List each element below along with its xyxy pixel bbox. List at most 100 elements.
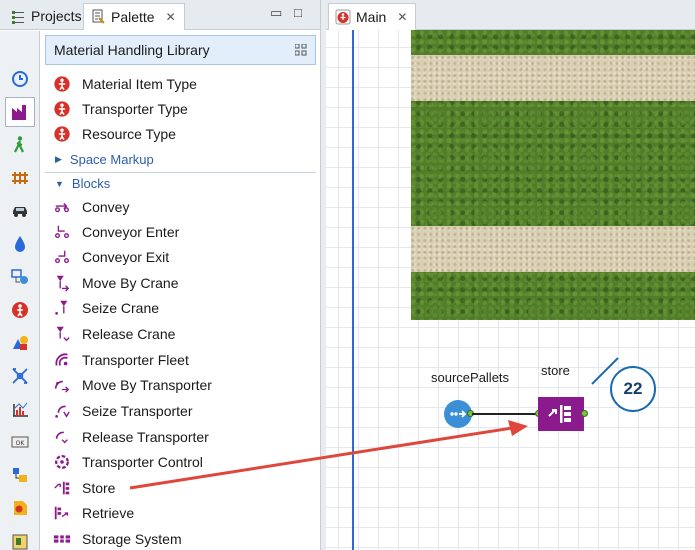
projects-icon <box>12 10 24 24</box>
agent-icon <box>12 302 28 318</box>
retrieve-icon <box>54 506 69 520</box>
palette-item-label: Conveyor Enter <box>82 224 180 240</box>
convey-icon <box>55 202 69 213</box>
palette-item-retrieve[interactable]: Retrieve <box>52 502 134 524</box>
minimize-icon[interactable]: ▭ <box>270 6 282 20</box>
section-space-markup-label: Space Markup <box>69 151 154 167</box>
chevron-down-icon: ▼ <box>55 178 64 189</box>
palette-item-conveyor-enter[interactable]: Conveyor Enter <box>52 221 179 243</box>
conveyor-exit-icon <box>55 250 69 264</box>
palette-item-label: Transporter Fleet <box>82 352 189 368</box>
store-out-port[interactable] <box>581 410 588 417</box>
category-system[interactable] <box>5 493 35 523</box>
palette-item-label: Move By Transporter <box>82 377 212 393</box>
editor-tabbar: Main ✕ <box>326 0 695 30</box>
category-rail[interactable] <box>5 163 35 193</box>
palette-item-release-transporter[interactable]: Release Transporter <box>52 426 209 448</box>
palette-category-strip: OK <box>0 31 40 550</box>
category-agent[interactable] <box>5 295 35 325</box>
close-main-icon[interactable]: ✕ <box>397 5 407 30</box>
tab-main-label: Main <box>356 8 387 25</box>
palette-item-release-crane[interactable]: Release Crane <box>52 323 175 345</box>
connector[interactable] <box>472 413 538 415</box>
category-material-handling[interactable] <box>5 97 35 127</box>
palette-item-label: Retrieve <box>82 505 135 521</box>
palette-item-resource-type[interactable]: Resource Type <box>52 123 176 145</box>
transporter-control-icon <box>55 455 69 469</box>
category-controls[interactable]: OK <box>5 427 35 457</box>
left-tabbar: Projects Palette ✕ ▭ □ <box>0 0 320 30</box>
conveyor-enter-icon <box>55 225 69 239</box>
library-title-text: Material Handling Library <box>54 42 210 58</box>
svg-text:OK: OK <box>16 440 26 447</box>
palette-item-storage-system[interactable]: Storage System <box>52 528 182 550</box>
palette-item-store[interactable]: Store <box>52 477 115 499</box>
tab-palette[interactable]: Palette ✕ <box>83 3 185 30</box>
category-pictures[interactable] <box>5 526 35 550</box>
palette-item-label: Convey <box>82 199 130 215</box>
section-blocks[interactable]: ▼ Blocks <box>45 172 316 194</box>
chevron-right-icon: ▶ <box>55 153 62 164</box>
palette-item-label: Seize Transporter <box>82 403 193 419</box>
store-icon <box>54 481 70 495</box>
store-block-label: store <box>541 363 570 378</box>
palette-item-transporter-type[interactable]: Transporter Type <box>52 98 188 120</box>
palette-item-label: Conveyor Exit <box>82 249 170 265</box>
palette-view: Projects Palette ✕ ▭ □ OK Material Handl… <box>0 0 321 550</box>
category-connectivity[interactable] <box>5 460 35 490</box>
source-block-label: sourcePallets <box>431 370 510 385</box>
palette-item-move-by-crane[interactable]: Move By Crane <box>52 272 178 294</box>
palette-item-seize-crane[interactable]: Seize Crane <box>52 297 159 319</box>
rail-icon <box>12 172 28 184</box>
palette-item-label: Material Item Type <box>82 76 197 92</box>
pictures-icon <box>12 534 28 550</box>
transporter-seize-icon <box>55 405 70 418</box>
presentation-icon <box>13 336 28 350</box>
view-grid-icon[interactable] <box>295 44 307 56</box>
storage-system-icon <box>53 535 71 543</box>
category-presentation[interactable] <box>5 328 35 358</box>
agent-type-icon <box>54 76 70 92</box>
graphical-editor-canvas[interactable]: sourcePallets store 22 <box>326 30 695 550</box>
tab-main[interactable]: Main ✕ <box>328 3 417 30</box>
palette-item-convey[interactable]: Convey <box>52 196 129 218</box>
palette-item-label: Seize Crane <box>82 300 160 316</box>
factory-icon <box>12 105 26 120</box>
category-road-traffic[interactable] <box>5 196 35 226</box>
store-icon <box>548 405 571 423</box>
category-space-markup[interactable] <box>5 361 35 391</box>
section-blocks-label: Blocks <box>71 176 111 191</box>
category-analysis[interactable] <box>5 394 35 424</box>
palette-item-move-by-transporter[interactable]: Move By Transporter <box>52 374 212 396</box>
close-palette-icon[interactable]: ✕ <box>166 5 176 30</box>
category-fluid[interactable] <box>5 229 35 259</box>
grass-image[interactable] <box>411 30 695 320</box>
section-space-markup[interactable]: ▶ Space Markup <box>45 148 316 170</box>
category-process-modeling[interactable] <box>5 64 35 94</box>
maximize-icon[interactable]: □ <box>294 6 302 20</box>
clock-icon <box>12 71 28 87</box>
tab-projects[interactable]: Projects <box>4 3 90 30</box>
category-pedestrian[interactable] <box>5 130 35 160</box>
crane-seize-icon <box>55 300 68 315</box>
process-icon <box>11 269 28 284</box>
palette-item-transporter-control[interactable]: Transporter Control <box>52 451 203 473</box>
palette-item-material-item-type[interactable]: Material Item Type <box>52 73 197 95</box>
main-editor: Main ✕ sourcePallets store 22 <box>326 0 695 550</box>
palette-item-label: Resource Type <box>82 126 176 142</box>
tab-projects-label: Projects <box>31 8 82 24</box>
system-icon <box>14 501 27 515</box>
palette-item-conveyor-exit[interactable]: Conveyor Exit <box>52 246 169 268</box>
palette-item-seize-transporter[interactable]: Seize Transporter <box>52 400 193 422</box>
store-block[interactable] <box>538 397 584 431</box>
transporter-release-icon <box>55 431 68 444</box>
agent-class-icon <box>335 9 351 25</box>
palette-item-label: Storage System <box>82 531 182 547</box>
fluid-icon <box>15 236 25 252</box>
category-process[interactable] <box>5 262 35 292</box>
agent-type-icon <box>54 126 70 142</box>
library-title[interactable]: Material Handling Library <box>45 35 316 65</box>
palette-item-label: Release Transporter <box>82 429 209 445</box>
palette-item-transporter-fleet[interactable]: Transporter Fleet <box>52 349 189 371</box>
crane-move-icon <box>56 275 70 292</box>
